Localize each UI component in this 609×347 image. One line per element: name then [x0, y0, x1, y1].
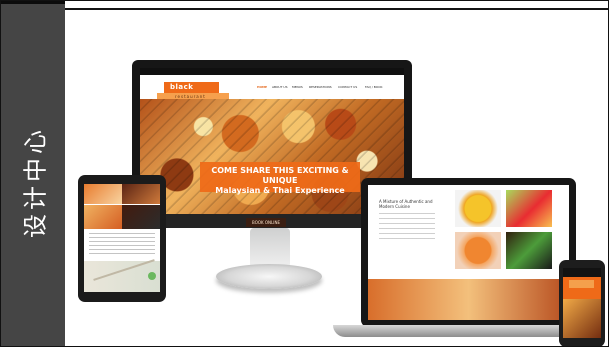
logo-wordmark: black pepper	[164, 82, 219, 102]
laptop-food-image-2	[506, 190, 552, 227]
sidebar-title: 设计中心	[21, 126, 50, 238]
tablet-website	[84, 184, 160, 292]
left-sidebar: 设计中心	[1, 1, 65, 346]
laptop-text-block	[379, 213, 435, 242]
nav-faq-book[interactable]: FAQ / BOOK	[365, 85, 382, 89]
laptop-heading: A Mixture of Authentic and Modern Cuisin…	[379, 199, 433, 209]
phone-device	[559, 260, 605, 346]
tablet-text-block	[89, 233, 155, 255]
hero-message-panel: COME SHARE THIS EXCITING & UNIQUE Malays…	[200, 162, 360, 195]
monitor-stand	[250, 228, 290, 268]
nav-menus[interactable]: MENUS	[292, 85, 303, 89]
laptop-food-image-1	[455, 190, 501, 227]
nav-about-us[interactable]: ABOUT US	[272, 85, 288, 89]
phone-logo	[569, 280, 594, 288]
laptop-bottom-food-banner	[368, 279, 569, 320]
laptop-website: A Mixture of Authentic and Modern Cuisin…	[368, 185, 569, 320]
nav-home[interactable]: HOME	[257, 85, 267, 89]
monitor-base	[216, 264, 322, 289]
phone-website	[563, 268, 601, 338]
responsive-website-showcase: black pepper restaurant HOME ABOUT US ME…	[65, 10, 608, 346]
laptop-device: A Mixture of Authentic and Modern Cuisin…	[361, 178, 576, 327]
phone-food-image	[563, 299, 601, 338]
map-location-icon[interactable]	[148, 272, 156, 280]
laptop-food-image-4	[506, 232, 552, 269]
tablet-food-image-2	[122, 184, 160, 204]
book-online-button[interactable]: BOOK ONLINE	[246, 218, 286, 227]
tablet-food-image-3	[84, 205, 122, 229]
laptop-food-image-3	[455, 232, 501, 269]
nav-contact-us[interactable]: CONTACT US	[338, 85, 357, 89]
hero-title: COME SHARE THIS EXCITING & UNIQUE	[211, 166, 349, 185]
tablet-food-image-1	[84, 184, 122, 204]
site-navigation: black pepper restaurant HOME ABOUT US ME…	[140, 75, 404, 102]
tablet-device	[78, 175, 166, 302]
phone-header	[563, 268, 601, 277]
hero-subtitle: Malaysian & Thai Experience	[215, 186, 345, 195]
tablet-food-image-4	[122, 205, 160, 229]
site-top-bar	[140, 68, 404, 75]
nav-reservations[interactable]: RESERVATIONS	[309, 85, 332, 89]
screenshot-frame: 设计中心 black pepper restaurant HOME ABOUT …	[0, 0, 609, 347]
